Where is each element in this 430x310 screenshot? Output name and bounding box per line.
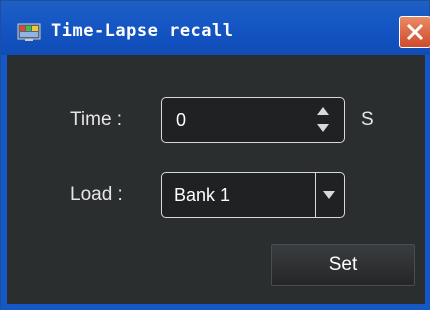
- time-value[interactable]: 0: [176, 110, 186, 131]
- window-border-right: [425, 55, 430, 310]
- spin-down-icon[interactable]: [317, 124, 329, 132]
- title-bar[interactable]: Time-Lapse recall: [1, 1, 430, 55]
- chevron-down-icon[interactable]: [323, 191, 335, 199]
- load-label: Load :: [70, 184, 123, 205]
- time-lapse-recall-dialog: Time-Lapse recall Time : 0 S Load : Bank…: [0, 0, 430, 310]
- set-button[interactable]: Set: [271, 244, 415, 286]
- close-button[interactable]: [399, 16, 430, 48]
- time-label: Time :: [70, 109, 123, 130]
- spin-up-icon[interactable]: [317, 107, 329, 115]
- window-border-left: [1, 55, 7, 310]
- window-title: Time-Lapse recall: [51, 21, 234, 41]
- window-border-bottom: [1, 304, 430, 310]
- load-dropdown[interactable]: Bank 1: [161, 172, 345, 218]
- time-spinbox[interactable]: 0: [161, 97, 345, 143]
- load-selected-value: Bank 1: [174, 185, 231, 205]
- time-unit-label: S: [361, 109, 374, 130]
- dropdown-divider: [315, 173, 316, 217]
- close-icon: [406, 23, 424, 41]
- app-icon: [17, 23, 41, 41]
